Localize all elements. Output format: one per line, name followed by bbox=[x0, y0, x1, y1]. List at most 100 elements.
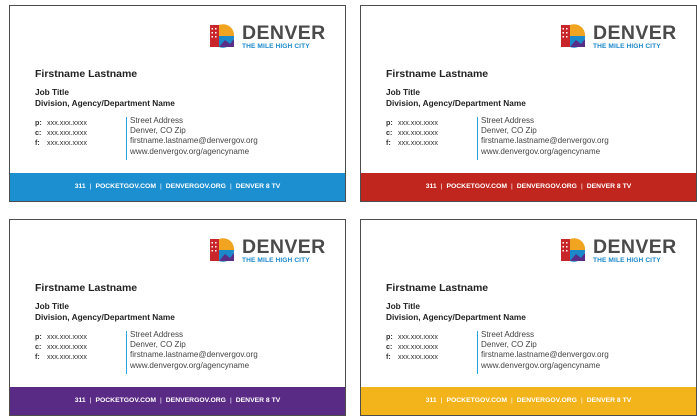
fax-label: f: bbox=[386, 138, 391, 147]
cell-label: c: bbox=[386, 128, 393, 137]
street-address: Street Address bbox=[130, 330, 184, 339]
job-title: Job Title bbox=[386, 301, 420, 311]
logo-tagline: THE MILE HIGH CITY bbox=[593, 43, 661, 50]
job-title: Job Title bbox=[35, 87, 69, 97]
phone-label: p: bbox=[35, 118, 42, 127]
footer-separator: | bbox=[511, 183, 513, 190]
phone-numbers: p: xxx.xxx.xxxx c: xxx.xxx.xxxx f: xxx.xxx.… bbox=[386, 332, 438, 362]
division-name: Division, Agency/Department Name bbox=[35, 312, 175, 322]
footer-separator: | bbox=[229, 397, 232, 404]
footer-separator: | bbox=[580, 397, 583, 404]
phone-numbers: p: xxx.xxx.xxxx c: xxx.xxx.xxxx f: xxx.xxx.… bbox=[35, 332, 87, 362]
footer-pocketgov: POCKETGOV.COM bbox=[95, 183, 156, 190]
footer-separator: | bbox=[440, 183, 443, 190]
denver-sun-mountain-icon bbox=[561, 24, 586, 48]
footer-separator: | bbox=[229, 183, 232, 190]
fax-line: f: xxx.xxx.xxxx bbox=[386, 352, 438, 362]
phone-line: p: xxx.xxx.xxxx bbox=[35, 118, 87, 128]
street-address: Street Address bbox=[130, 116, 184, 125]
email-address[interactable]: firstname.lastname@denvergov.org bbox=[130, 136, 258, 146]
fax-value: xxx.xxx.xxxx bbox=[47, 138, 87, 147]
denver-logo: DENVER THE MILE HIGH CITY bbox=[208, 22, 333, 54]
division-name: Division, Agency/Department Name bbox=[386, 312, 526, 322]
contact-name: Firstname Lastname bbox=[386, 68, 489, 80]
footer-separator: | bbox=[89, 183, 92, 190]
cell-line: c: xxx.xxx.xxxx bbox=[386, 342, 438, 352]
footer-band: 311 | POCKETGOV.COM | DENVERGOV.ORG | DENVER 8… bbox=[10, 173, 345, 201]
footer-311: 311 bbox=[425, 397, 437, 404]
contact-name: Firstname Lastname bbox=[386, 282, 489, 294]
fax-value: xxx.xxx.xxxx bbox=[398, 352, 438, 361]
business-card-3: DENVER THE MILE HIGH CITY Firstname Last… bbox=[9, 219, 346, 416]
footer-separator: | bbox=[580, 183, 583, 190]
footer-separator: | bbox=[160, 397, 162, 404]
fax-label: f: bbox=[35, 352, 40, 361]
denver-sun-mountain-icon bbox=[210, 238, 235, 262]
fax-line: f: xxx.xxx.xxxx bbox=[35, 138, 87, 148]
fax-line: f: xxx.xxx.xxxx bbox=[35, 352, 87, 362]
cell-line: c: xxx.xxx.xxxx bbox=[35, 128, 87, 138]
fax-value: xxx.xxx.xxxx bbox=[398, 138, 438, 147]
denver-logo: DENVER THE MILE HIGH CITY bbox=[208, 236, 333, 268]
website-url[interactable]: www.denvergov.org/agencyname bbox=[130, 361, 258, 371]
website-url[interactable]: www.denvergov.org/agencyname bbox=[130, 147, 258, 157]
phone-value: xxx.xxx.xxxx bbox=[47, 332, 87, 341]
phone-value: xxx.xxx.xxxx bbox=[47, 118, 87, 127]
phone-line: p: xxx.xxx.xxxx bbox=[35, 332, 87, 342]
footer-denvergov: DENVERGOV.ORG bbox=[165, 183, 226, 190]
city-state-zip: Denver, CO Zip bbox=[130, 340, 186, 350]
contact-divider bbox=[126, 331, 127, 374]
city-state-zip: Denver, CO Zip bbox=[130, 126, 186, 136]
contact-divider bbox=[477, 331, 478, 374]
footer-pocketgov: POCKETGOV.COM bbox=[446, 183, 507, 190]
cell-label: c: bbox=[386, 342, 393, 351]
business-card-2: DENVER THE MILE HIGH CITY Firstname Last… bbox=[360, 5, 697, 202]
footer-denvergov: DENVERGOV.ORG bbox=[516, 183, 577, 190]
footer-311: 311 bbox=[74, 397, 86, 404]
footer-band: 311 | POCKETGOV.COM | DENVERGOV.ORG | DENVER 8… bbox=[361, 387, 696, 415]
fax-line: f: xxx.xxx.xxxx bbox=[386, 138, 438, 148]
denver-sun-mountain-icon bbox=[210, 24, 235, 48]
phone-value: xxx.xxx.xxxx bbox=[398, 332, 438, 341]
cell-value: xxx.xxx.xxxx bbox=[398, 128, 438, 137]
logo-tagline: THE MILE HIGH CITY bbox=[593, 257, 661, 264]
job-title: Job Title bbox=[386, 87, 420, 97]
email-address[interactable]: firstname.lastname@denvergov.org bbox=[481, 136, 609, 146]
footer-311: 311 bbox=[425, 183, 437, 190]
website-url[interactable]: www.denvergov.org/agencyname bbox=[481, 147, 609, 157]
phone-numbers: p: xxx.xxx.xxxx c: xxx.xxx.xxxx f: xxx.xxx.… bbox=[35, 118, 87, 148]
email-address[interactable]: firstname.lastname@denvergov.org bbox=[130, 350, 258, 360]
phone-numbers: p: xxx.xxx.xxxx c: xxx.xxx.xxxx f: xxx.xxx.… bbox=[386, 118, 438, 148]
cell-label: c: bbox=[35, 342, 42, 351]
footer-denvergov: DENVERGOV.ORG bbox=[165, 397, 226, 404]
business-card-4: DENVER THE MILE HIGH CITY Firstname Last… bbox=[360, 219, 697, 416]
address-block: Street Address Denver, CO Zip firstname.… bbox=[130, 330, 258, 371]
cell-line: c: xxx.xxx.xxxx bbox=[35, 342, 87, 352]
phone-label: p: bbox=[386, 332, 393, 341]
fax-label: f: bbox=[386, 352, 391, 361]
cell-value: xxx.xxx.xxxx bbox=[47, 128, 87, 137]
phone-value: xxx.xxx.xxxx bbox=[398, 118, 438, 127]
logo-wordmark: DENVER bbox=[593, 236, 677, 258]
logo-tagline: THE MILE HIGH CITY bbox=[242, 43, 310, 50]
footer-separator: | bbox=[511, 397, 513, 404]
fax-value: xxx.xxx.xxxx bbox=[47, 352, 87, 361]
footer-band: 311 | POCKETGOV.COM | DENVERGOV.ORG | DENVER 8… bbox=[10, 387, 345, 415]
footer-denver8tv: DENVER 8 TV bbox=[235, 397, 281, 404]
contact-divider bbox=[126, 117, 127, 160]
address-block: Street Address Denver, CO Zip firstname.… bbox=[130, 116, 258, 157]
footer-separator: | bbox=[160, 183, 162, 190]
logo-wordmark: DENVER bbox=[242, 236, 326, 258]
phone-line: p: xxx.xxx.xxxx bbox=[386, 118, 438, 128]
logo-wordmark: DENVER bbox=[593, 22, 677, 44]
footer-311: 311 bbox=[74, 183, 86, 190]
street-address: Street Address bbox=[481, 330, 535, 339]
email-address[interactable]: firstname.lastname@denvergov.org bbox=[481, 350, 609, 360]
footer-separator: | bbox=[440, 397, 443, 404]
footer-denver8tv: DENVER 8 TV bbox=[586, 183, 632, 190]
footer-separator: | bbox=[89, 397, 92, 404]
cell-line: c: xxx.xxx.xxxx bbox=[386, 128, 438, 138]
footer-pocketgov: POCKETGOV.COM bbox=[446, 397, 507, 404]
city-state-zip: Denver, CO Zip bbox=[481, 340, 537, 350]
website-url[interactable]: www.denvergov.org/agencyname bbox=[481, 361, 609, 371]
